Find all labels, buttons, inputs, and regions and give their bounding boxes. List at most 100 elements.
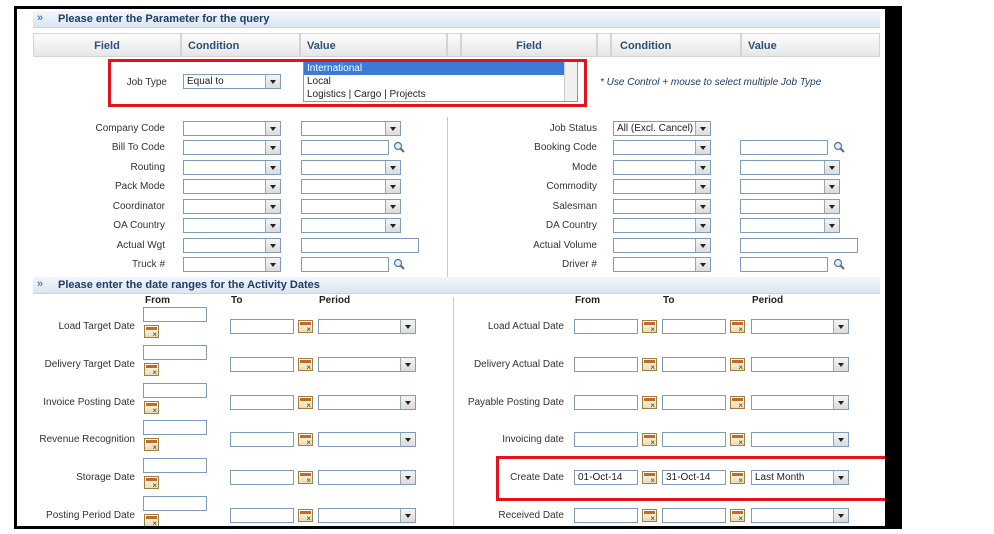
dropdown-arrow-icon[interactable] bbox=[400, 358, 415, 371]
dropdown-arrow-icon[interactable] bbox=[385, 219, 400, 232]
left-from-date-input[interactable] bbox=[143, 420, 207, 435]
left-value-select[interactable] bbox=[301, 218, 401, 233]
right-from-date-input[interactable] bbox=[574, 508, 638, 523]
right-period-select[interactable] bbox=[751, 319, 849, 334]
right-period-select[interactable] bbox=[751, 508, 849, 523]
calendar-icon[interactable] bbox=[642, 320, 657, 334]
right-from-date-input[interactable] bbox=[574, 395, 638, 410]
left-condition-select[interactable] bbox=[183, 218, 281, 233]
dropdown-arrow-icon[interactable] bbox=[824, 180, 839, 193]
dropdown-arrow-icon[interactable] bbox=[265, 180, 280, 193]
left-condition-select[interactable] bbox=[183, 238, 281, 253]
dropdown-arrow-icon[interactable] bbox=[400, 396, 415, 409]
dropdown-arrow-icon[interactable] bbox=[833, 509, 848, 522]
left-condition-select[interactable] bbox=[183, 179, 281, 194]
left-to-date-input[interactable] bbox=[230, 395, 294, 410]
right-condition-select[interactable] bbox=[613, 238, 711, 253]
dropdown-arrow-icon[interactable] bbox=[265, 200, 280, 213]
dropdown-arrow-icon[interactable] bbox=[695, 161, 710, 174]
right-period-select[interactable] bbox=[751, 432, 849, 447]
calendar-icon[interactable] bbox=[642, 433, 657, 447]
search-lookup-icon[interactable] bbox=[833, 141, 845, 153]
calendar-icon[interactable] bbox=[642, 358, 657, 372]
dropdown-arrow-icon[interactable] bbox=[400, 471, 415, 484]
calendar-icon[interactable] bbox=[144, 438, 159, 452]
parameter-section-header[interactable]: » Please enter the Parameter for the que… bbox=[33, 11, 880, 28]
left-condition-select[interactable] bbox=[183, 257, 281, 272]
dropdown-arrow-icon[interactable] bbox=[400, 433, 415, 446]
calendar-icon[interactable] bbox=[730, 320, 745, 334]
left-condition-select[interactable] bbox=[183, 121, 281, 136]
left-from-date-input[interactable] bbox=[143, 458, 207, 473]
dropdown-arrow-icon[interactable] bbox=[695, 200, 710, 213]
right-to-date-input[interactable] bbox=[662, 357, 726, 372]
right-condition-select[interactable] bbox=[613, 257, 711, 272]
right-value-select[interactable] bbox=[740, 179, 840, 194]
search-lookup-icon[interactable] bbox=[393, 258, 405, 270]
left-period-select[interactable] bbox=[318, 432, 416, 447]
dropdown-arrow-icon[interactable] bbox=[385, 122, 400, 135]
dropdown-arrow-icon[interactable] bbox=[265, 219, 280, 232]
right-from-date-input[interactable] bbox=[574, 319, 638, 334]
left-from-date-input[interactable] bbox=[143, 383, 207, 398]
dropdown-arrow-icon[interactable] bbox=[265, 258, 280, 271]
left-period-select[interactable] bbox=[318, 508, 416, 523]
left-period-select[interactable] bbox=[318, 319, 416, 334]
left-to-date-input[interactable] bbox=[230, 432, 294, 447]
right-condition-select[interactable] bbox=[613, 140, 711, 155]
calendar-icon[interactable] bbox=[298, 320, 313, 334]
calendar-icon[interactable] bbox=[730, 396, 745, 410]
calendar-icon[interactable] bbox=[144, 325, 159, 339]
calendar-icon[interactable] bbox=[298, 471, 313, 485]
right-value-select[interactable] bbox=[740, 199, 840, 214]
right-condition-select[interactable] bbox=[613, 218, 711, 233]
left-period-select[interactable] bbox=[318, 470, 416, 485]
search-lookup-icon[interactable] bbox=[833, 258, 845, 270]
dropdown-arrow-icon[interactable] bbox=[400, 509, 415, 522]
dropdown-arrow-icon[interactable] bbox=[833, 358, 848, 371]
calendar-icon[interactable] bbox=[730, 358, 745, 372]
left-from-date-input[interactable] bbox=[143, 307, 207, 322]
left-condition-select[interactable] bbox=[183, 140, 281, 155]
dropdown-arrow-icon[interactable] bbox=[265, 161, 280, 174]
calendar-icon[interactable] bbox=[144, 476, 159, 490]
dropdown-arrow-icon[interactable] bbox=[833, 433, 848, 446]
left-value-input[interactable] bbox=[301, 238, 419, 253]
dropdown-arrow-icon[interactable] bbox=[824, 161, 839, 174]
left-condition-select[interactable] bbox=[183, 160, 281, 175]
right-condition-select[interactable] bbox=[613, 199, 711, 214]
dropdown-arrow-icon[interactable] bbox=[695, 122, 710, 135]
dropdown-arrow-icon[interactable] bbox=[265, 141, 280, 154]
right-value-input[interactable] bbox=[740, 238, 858, 253]
calendar-icon[interactable] bbox=[642, 509, 657, 523]
left-from-date-input[interactable] bbox=[143, 345, 207, 360]
left-to-date-input[interactable] bbox=[230, 319, 294, 334]
dropdown-arrow-icon[interactable] bbox=[695, 141, 710, 154]
right-condition-select[interactable]: All (Excl. Cancel) bbox=[613, 121, 711, 136]
right-condition-select[interactable] bbox=[613, 160, 711, 175]
right-period-select[interactable] bbox=[751, 395, 849, 410]
left-condition-select[interactable] bbox=[183, 199, 281, 214]
right-to-date-input[interactable] bbox=[662, 319, 726, 334]
calendar-icon[interactable] bbox=[144, 363, 159, 377]
calendar-icon[interactable] bbox=[730, 509, 745, 523]
dropdown-arrow-icon[interactable] bbox=[824, 219, 839, 232]
dropdown-arrow-icon[interactable] bbox=[385, 180, 400, 193]
right-condition-select[interactable] bbox=[613, 179, 711, 194]
dropdown-arrow-icon[interactable] bbox=[265, 239, 280, 252]
right-to-date-input[interactable] bbox=[662, 508, 726, 523]
left-value-input[interactable] bbox=[301, 257, 389, 272]
right-to-date-input[interactable] bbox=[662, 432, 726, 447]
dropdown-arrow-icon[interactable] bbox=[385, 161, 400, 174]
calendar-icon[interactable] bbox=[298, 358, 313, 372]
collapse-chevron-icon[interactable]: » bbox=[37, 278, 43, 290]
calendar-icon[interactable] bbox=[730, 433, 745, 447]
dropdown-arrow-icon[interactable] bbox=[824, 200, 839, 213]
calendar-icon[interactable] bbox=[144, 514, 159, 526]
left-from-date-input[interactable] bbox=[143, 496, 207, 511]
right-to-date-input[interactable] bbox=[662, 395, 726, 410]
collapse-chevron-icon[interactable]: » bbox=[37, 12, 43, 24]
right-value-select[interactable] bbox=[740, 160, 840, 175]
dropdown-arrow-icon[interactable] bbox=[695, 180, 710, 193]
calendar-icon[interactable] bbox=[144, 401, 159, 415]
